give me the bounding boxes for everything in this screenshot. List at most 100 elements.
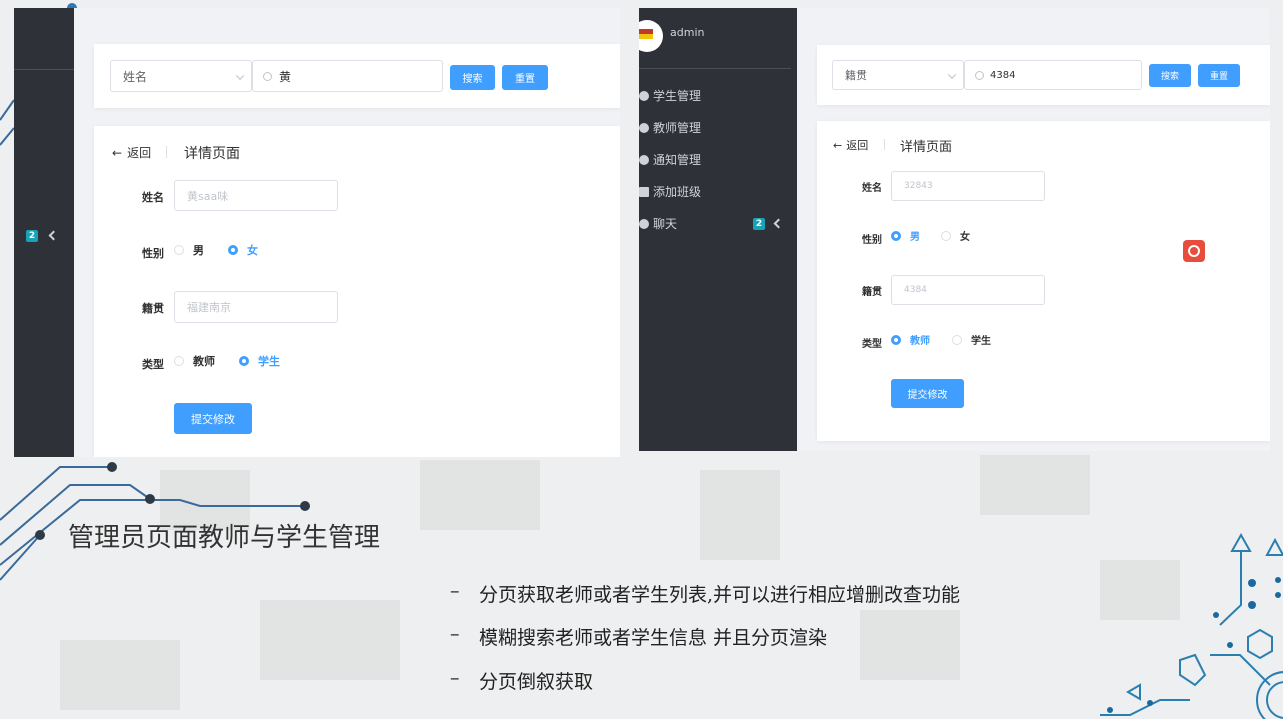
- sidebar-badge: 2: [26, 230, 38, 242]
- bullet-text: 分页倒叙获取: [479, 671, 594, 693]
- radio-dot: [228, 245, 238, 255]
- origin-field[interactable]: 4384: [891, 275, 1045, 305]
- name-label: 姓名: [862, 183, 882, 194]
- radio-dot: [891, 334, 901, 345]
- search-icon: [263, 71, 272, 81]
- type-radio-student[interactable]: 学生: [952, 332, 991, 347]
- type-label: 类型: [142, 358, 164, 371]
- search-icon: [975, 70, 984, 80]
- floating-search-button[interactable]: [1183, 240, 1205, 262]
- search-bar-card: 籍贯 4384 搜索 重置: [817, 45, 1270, 105]
- gender-label: 性别: [862, 235, 882, 246]
- search-input-value: 黄: [279, 69, 292, 84]
- name-field-value: 黄saa味: [187, 189, 229, 203]
- page-title: 详情页面: [900, 140, 953, 155]
- sidebar-item-student-management[interactable]: 学生管理: [639, 87, 701, 104]
- gender-radio-male[interactable]: 男: [891, 228, 920, 243]
- type-radio-teacher[interactable]: 教师: [174, 353, 215, 369]
- origin-field[interactable]: 福建南京: [174, 291, 338, 323]
- bullet-point: – 分页获取老师或者学生列表,并可以进行相应增删改查功能: [450, 580, 960, 607]
- gender-option-female: 女: [960, 232, 970, 243]
- sidebar-item-notice-management[interactable]: 通知管理: [639, 151, 701, 168]
- search-bar-card: 姓名 黄 搜索 重置: [94, 44, 620, 108]
- avatar[interactable]: [639, 20, 663, 52]
- bullet-text: 模糊搜索老师或者学生信息 并且分页渲染: [479, 627, 828, 649]
- search-field-select-value: 籍贯: [845, 69, 867, 82]
- header-divider: [884, 139, 885, 150]
- sidebar-expanded: admin 学生管理 教师管理 通知管理 添加班级 聊天 2: [639, 8, 797, 451]
- name-field[interactable]: 黄saa味: [174, 180, 338, 211]
- origin-field-value: 4384: [904, 285, 927, 295]
- sidebar-divider: [639, 68, 791, 69]
- reset-button[interactable]: 重置: [502, 65, 548, 90]
- left-app-screenshot: 2 姓名 黄 搜索 重置 ← 返回 详情页面 姓名 黄saa味 性别 男 女 籍…: [14, 8, 620, 457]
- submit-edit-button[interactable]: 提交修改: [174, 403, 252, 434]
- chevron-left-icon[interactable]: [773, 218, 784, 229]
- type-option-student: 学生: [258, 355, 280, 368]
- type-option-teacher: 教师: [193, 355, 215, 368]
- gender-option-female: 女: [247, 244, 258, 257]
- class-icon: [639, 186, 649, 197]
- search-icon: [1188, 245, 1200, 257]
- radio-dot: [891, 230, 901, 241]
- radio-dot: [941, 230, 951, 241]
- search-input[interactable]: 4384: [964, 60, 1142, 90]
- type-label: 类型: [862, 339, 882, 350]
- radio-dot: [239, 356, 249, 366]
- notice-icon: [639, 154, 649, 165]
- name-field[interactable]: 32843: [891, 171, 1045, 201]
- sidebar-collapsed: 2: [14, 8, 74, 457]
- origin-label: 籍贯: [142, 302, 164, 315]
- detail-card: ← 返回 详情页面 姓名 32843 性别 男 女 籍贯 4384 类型 教师 …: [817, 121, 1270, 441]
- gender-option-male: 男: [193, 244, 204, 257]
- search-input-value: 4384: [990, 69, 1016, 81]
- type-option-teacher: 教师: [910, 336, 930, 347]
- user-icon: [639, 90, 649, 101]
- detail-card: ← 返回 详情页面 姓名 黄saa味 性别 男 女 籍贯 福建南京 类型 教师 …: [94, 126, 620, 457]
- reset-button[interactable]: 重置: [1198, 64, 1240, 87]
- chevron-down-icon: [235, 71, 245, 80]
- back-label: 返回: [127, 146, 152, 160]
- back-link[interactable]: ← 返回: [833, 137, 868, 153]
- teacher-icon: [639, 122, 649, 133]
- origin-field-value: 福建南京: [187, 301, 231, 314]
- chevron-left-icon[interactable]: [48, 230, 59, 241]
- chat-icon: [639, 218, 649, 229]
- bullet-text: 分页获取老师或者学生列表,并可以进行相应增删改查功能: [479, 584, 961, 606]
- origin-label: 籍贯: [862, 287, 882, 298]
- bullet-point: – 分页倒叙获取: [450, 667, 593, 694]
- search-field-select-value: 姓名: [123, 69, 148, 84]
- right-app-screenshot: admin 学生管理 教师管理 通知管理 添加班级 聊天 2 籍贯 4384 搜…: [639, 8, 1270, 451]
- page-title: 详情页面: [184, 146, 240, 162]
- gender-radio-female[interactable]: 女: [228, 242, 258, 258]
- gender-radio-male[interactable]: 男: [174, 242, 204, 258]
- sidebar-item-chat[interactable]: 聊天: [639, 215, 677, 232]
- chevron-down-icon: [947, 70, 957, 79]
- chat-badge: 2: [753, 218, 765, 230]
- search-input[interactable]: 黄: [252, 60, 443, 92]
- radio-dot: [174, 245, 184, 255]
- circuit-corner-decoration: [1100, 532, 1283, 719]
- back-label: 返回: [846, 139, 869, 152]
- name-label: 姓名: [142, 191, 164, 204]
- search-button[interactable]: 搜索: [450, 65, 495, 90]
- search-field-select[interactable]: 籍贯: [832, 60, 964, 90]
- sidebar-item-teacher-management[interactable]: 教师管理: [639, 119, 701, 136]
- arrow-left-icon: ←: [833, 138, 843, 152]
- radio-dot: [952, 334, 962, 345]
- submit-edit-button[interactable]: 提交修改: [891, 379, 964, 408]
- bullet-point: – 模糊搜索老师或者学生信息 并且分页渲染: [450, 623, 827, 650]
- bullet-dash: –: [450, 667, 460, 689]
- sidebar-item-label: 添加班级: [653, 185, 702, 199]
- type-option-student: 学生: [971, 336, 991, 347]
- radio-dot: [174, 356, 184, 366]
- arrow-left-icon: ←: [112, 145, 123, 160]
- type-radio-student[interactable]: 学生: [239, 353, 280, 369]
- search-field-select[interactable]: 姓名: [110, 60, 252, 92]
- search-button[interactable]: 搜索: [1149, 64, 1191, 87]
- sidebar-item-label: 教师管理: [653, 121, 702, 135]
- gender-radio-female[interactable]: 女: [941, 228, 970, 243]
- sidebar-item-add-class[interactable]: 添加班级: [639, 183, 701, 200]
- type-radio-teacher[interactable]: 教师: [891, 332, 930, 347]
- back-link[interactable]: ← 返回: [112, 144, 151, 161]
